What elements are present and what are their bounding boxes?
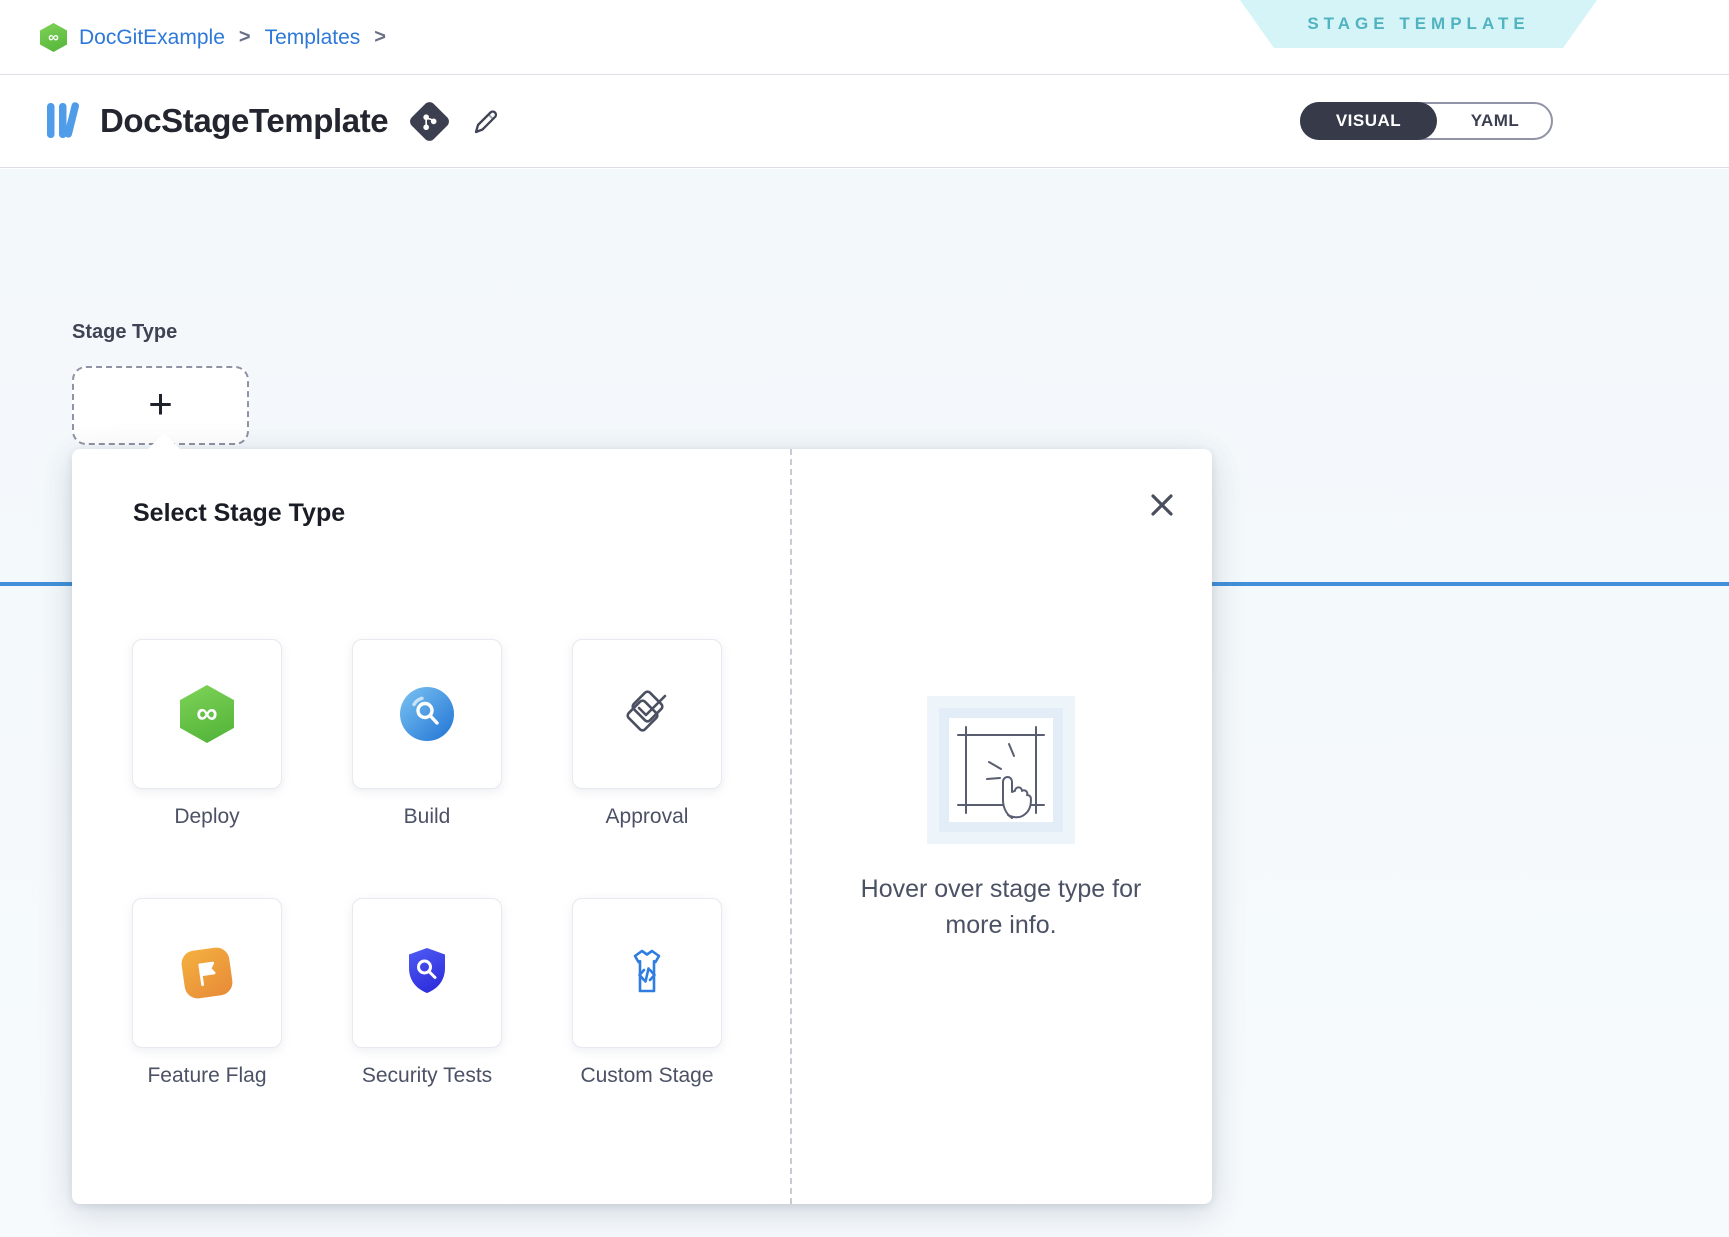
close-button[interactable]	[1144, 487, 1180, 523]
hover-info-hint: Hover over stage type for more info.	[790, 871, 1212, 944]
project-hexagon-icon: ∞	[40, 23, 67, 52]
stage-type-cell: Build	[352, 639, 502, 834]
stage-template-editor: ∞ DocGitExample > Templates > STAGE TEMP…	[0, 0, 1729, 1237]
stage-card-label: Custom Stage	[580, 1060, 713, 1093]
breadcrumb: ∞ DocGitExample > Templates >	[40, 0, 388, 75]
click-stage-sketch-icon	[949, 718, 1053, 822]
plus-icon: +	[148, 383, 173, 425]
stage-type-grid: ∞ Deploy	[132, 639, 722, 1092]
stage-card-deploy[interactable]: ∞	[132, 639, 282, 789]
stage-type-cell: Custom Stage	[572, 898, 722, 1093]
popover-title: Select Stage Type	[133, 499, 345, 528]
stage-card-label: Feature Flag	[147, 1060, 266, 1093]
feature-flag-icon	[180, 945, 234, 999]
stage-type-cell: Feature Flag	[132, 898, 282, 1093]
deploy-cd-icon: ∞	[180, 685, 234, 743]
select-stage-type-popover: Select Stage Type ∞ Deploy	[72, 449, 1212, 1204]
title-bar: DocStageTemplate VISUAL	[0, 75, 1729, 168]
stage-card-feature-flag[interactable]	[132, 898, 282, 1048]
template-library-icon	[40, 98, 86, 144]
stage-type-cell: Security Tests	[352, 898, 502, 1093]
view-mode-toggle: VISUAL YAML	[1300, 102, 1553, 140]
breadcrumb-separator-icon: >	[237, 26, 253, 49]
pipeline-canvas: Stage Type + Select Stage Type ∞	[0, 169, 1729, 1237]
security-tests-icon	[400, 944, 454, 1002]
stage-type-cell: Approval	[572, 639, 722, 834]
stage-card-label: Deploy	[174, 801, 239, 834]
breadcrumb-bar: ∞ DocGitExample > Templates > STAGE TEMP…	[0, 0, 1729, 75]
stage-card-security-tests[interactable]	[352, 898, 502, 1048]
stage-card-custom-stage[interactable]	[572, 898, 722, 1048]
popover-divider	[790, 449, 792, 1204]
custom-stage-icon	[620, 946, 674, 1000]
hover-info-illustration	[927, 696, 1075, 844]
stage-template-badge-label: STAGE TEMPLATE	[1307, 14, 1529, 34]
breadcrumb-templates-link[interactable]: Templates	[265, 26, 361, 50]
edit-title-button[interactable]	[469, 106, 500, 137]
pencil-icon	[469, 106, 500, 137]
close-icon	[1148, 491, 1176, 519]
breadcrumb-separator-icon: >	[372, 26, 388, 49]
stage-type-cell: ∞ Deploy	[132, 639, 282, 834]
toggle-yaml-button[interactable]: YAML	[1439, 104, 1551, 138]
stage-card-label: Build	[404, 801, 451, 834]
add-stage-button[interactable]: +	[72, 366, 249, 445]
stage-card-build[interactable]	[352, 639, 502, 789]
build-ci-icon	[400, 687, 454, 741]
toggle-visual-button[interactable]: VISUAL	[1300, 102, 1437, 140]
approval-icon	[618, 685, 676, 743]
illustration-inner-frame	[939, 708, 1063, 832]
stage-card-label: Approval	[606, 801, 689, 834]
stage-template-badge: STAGE TEMPLATE	[1240, 0, 1597, 48]
page-title: DocStageTemplate	[100, 102, 388, 140]
stage-type-label: Stage Type	[72, 321, 177, 344]
git-sync-icon	[408, 99, 452, 143]
breadcrumb-project-link[interactable]: DocGitExample	[79, 26, 225, 50]
stage-card-label: Security Tests	[362, 1060, 492, 1093]
stage-card-approval[interactable]	[572, 639, 722, 789]
